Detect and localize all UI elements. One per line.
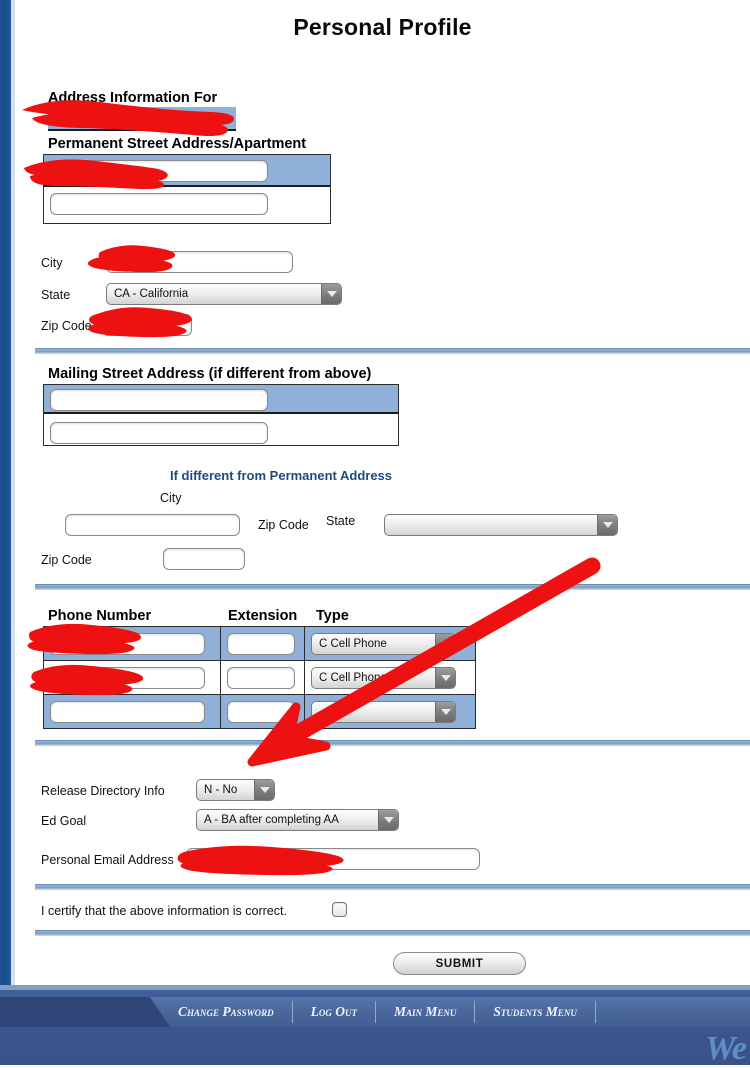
- release-directory-info-select[interactable]: N - No: [196, 779, 275, 801]
- phone-type-cell: C Cell Phone: [305, 627, 475, 660]
- certify-text: I certify that the above information is …: [41, 904, 287, 918]
- mailing-zip-input[interactable]: [163, 548, 245, 570]
- mailing-state-select[interactable]: [384, 514, 618, 536]
- permanent-state-select-value: CA - California: [114, 288, 189, 300]
- nav-log-out[interactable]: Log Out: [293, 997, 375, 1027]
- phone-number-input-1[interactable]: [50, 632, 205, 655]
- phone-type-cell: [305, 695, 475, 728]
- release-directory-info-label: Release Directory Info: [41, 784, 165, 798]
- section-divider-2: [35, 584, 750, 590]
- table-row: [44, 695, 475, 728]
- phone-type-select-2[interactable]: C Cell Phone: [311, 666, 456, 689]
- footer: Change Password Log Out Main Menu Studen…: [0, 985, 750, 1065]
- mailing-zip-inline-label: Zip Code: [258, 518, 309, 532]
- section-divider-4: [35, 884, 750, 890]
- mailing-city-input[interactable]: [65, 514, 240, 536]
- phone-type-select-1[interactable]: C Cell Phone: [311, 632, 456, 655]
- permanent-state-select[interactable]: CA - California: [106, 283, 342, 305]
- table-row: C Cell Phone: [44, 627, 475, 660]
- nav-separator: [594, 1001, 596, 1023]
- if-different-note: If different from Permanent Address: [170, 468, 393, 483]
- form-content-area: Personal Profile Address Information For…: [15, 0, 750, 985]
- phone-extension-cell: [221, 695, 305, 728]
- chevron-down-icon[interactable]: [435, 667, 455, 688]
- personal-email-input[interactable]: [186, 848, 480, 870]
- chevron-down-icon[interactable]: [378, 810, 398, 830]
- phone-table: C Cell Phone C Cell Phone: [43, 626, 476, 729]
- chevron-down-icon[interactable]: [435, 701, 455, 722]
- mailing-street-line1-input[interactable]: [50, 389, 268, 411]
- chevron-down-icon[interactable]: [254, 780, 274, 800]
- phone-type-cell: C Cell Phone: [305, 661, 475, 694]
- phone-number-cell: [44, 661, 221, 694]
- permanent-street-line2-input[interactable]: [50, 193, 268, 215]
- mailing-zip-label: Zip Code: [41, 553, 92, 567]
- phone-type-select-value-1: C Cell Phone: [319, 637, 387, 650]
- mailing-city-label: City: [160, 491, 182, 505]
- ed-goal-label: Ed Goal: [41, 814, 87, 828]
- submit-button[interactable]: SUBMIT: [393, 952, 526, 975]
- personal-profile-page: Personal Profile Address Information For…: [0, 0, 750, 1067]
- phone-extension-cell: [221, 661, 305, 694]
- nav-main-menu[interactable]: Main Menu: [376, 997, 474, 1027]
- release-directory-info-value: N - No: [204, 784, 238, 796]
- permanent-zip-input[interactable]: [102, 314, 192, 336]
- left-blue-rail: [0, 0, 11, 985]
- phone-type-select-value-2: C Cell Phone: [319, 671, 387, 684]
- brand-wordmark-partial: We: [705, 1030, 747, 1067]
- type-header: Type: [316, 608, 349, 624]
- phone-extension-input-1[interactable]: [227, 632, 295, 655]
- extension-header: Extension: [228, 608, 298, 624]
- certify-checkbox[interactable]: [332, 902, 347, 917]
- section-divider-1: [35, 348, 750, 354]
- phone-extension-cell: [221, 627, 305, 660]
- nav-wedge-decoration: [0, 997, 170, 1027]
- phone-number-input-2[interactable]: [50, 666, 205, 689]
- phone-extension-input-2[interactable]: [227, 666, 295, 689]
- phone-extension-input-3[interactable]: [227, 700, 295, 723]
- table-row: C Cell Phone: [44, 661, 475, 694]
- mailing-street-line2-input[interactable]: [50, 422, 268, 444]
- page-title: Personal Profile: [293, 14, 472, 40]
- ed-goal-select[interactable]: A - BA after completing AA: [196, 809, 399, 831]
- mailing-street-address-label: Mailing Street Address (if different fro…: [48, 366, 372, 382]
- section-divider-5: [35, 930, 750, 936]
- nav-change-password[interactable]: Change Password: [160, 997, 292, 1027]
- footer-top-edge: [0, 985, 750, 990]
- permanent-street-address-label: Permanent Street Address/Apartment: [48, 136, 307, 152]
- permanent-state-label: State: [41, 288, 71, 302]
- address-owner-highlight-box: [48, 107, 236, 131]
- permanent-city-label: City: [41, 256, 63, 270]
- footer-nav-items: Change Password Log Out Main Menu Studen…: [160, 997, 596, 1027]
- phone-number-input-3[interactable]: [50, 700, 205, 723]
- ed-goal-select-value: A - BA after completing AA: [204, 814, 339, 826]
- address-information-for-label: Address Information For: [48, 90, 218, 106]
- phone-type-select-3[interactable]: [311, 700, 456, 723]
- permanent-zip-label: Zip Code: [41, 319, 92, 333]
- chevron-down-icon[interactable]: [321, 284, 341, 304]
- phone-number-header: Phone Number: [48, 608, 152, 624]
- chevron-down-icon[interactable]: [435, 633, 455, 654]
- section-divider-3: [35, 740, 750, 746]
- phone-number-cell: [44, 627, 221, 660]
- permanent-street-line1-input[interactable]: [50, 160, 268, 182]
- chevron-down-icon[interactable]: [597, 515, 617, 535]
- mailing-state-label: State: [326, 514, 356, 528]
- phone-number-cell: [44, 695, 221, 728]
- permanent-city-input[interactable]: [106, 251, 293, 273]
- nav-students-menu[interactable]: Students Menu: [475, 997, 594, 1027]
- personal-email-label: Personal Email Address: [41, 853, 174, 867]
